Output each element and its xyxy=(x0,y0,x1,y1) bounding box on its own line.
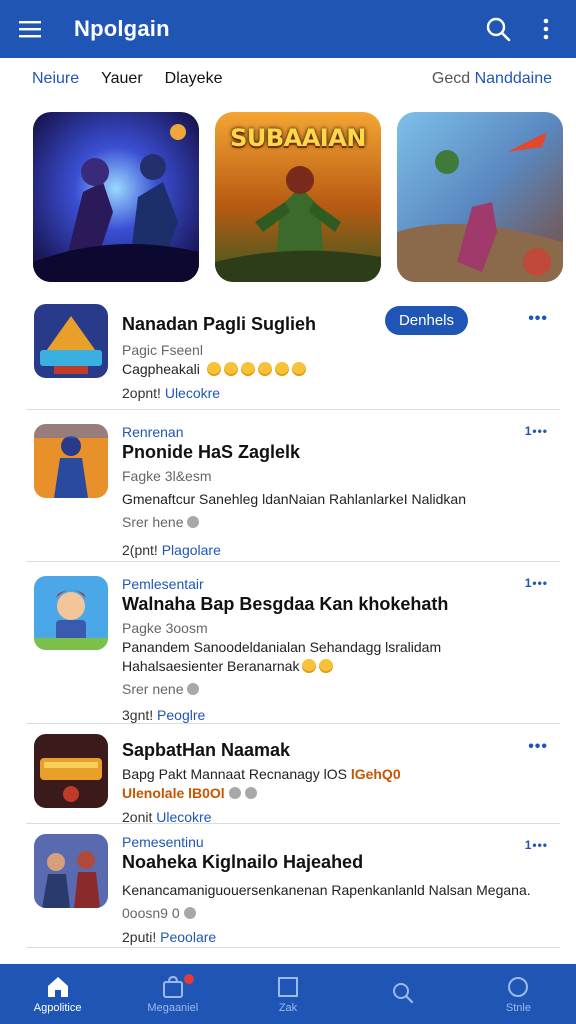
nav-item-store[interactable]: Megaaniel xyxy=(115,964,230,1024)
featured-art-1 xyxy=(33,112,199,282)
emoji-icon xyxy=(223,362,238,376)
app-description: Gmenaftcur Sanehleg ldanNaian Rahlanlark… xyxy=(122,491,466,507)
app-description: Panandem Sanoodeldanialan Sehandagg lsra… xyxy=(122,639,442,655)
app-category: Renrenan xyxy=(122,424,184,440)
status-dot-icon xyxy=(183,907,196,919)
nav-item-profile[interactable]: Stnle xyxy=(461,964,576,1024)
nav-item-search[interactable] xyxy=(346,964,461,1024)
more-vert-icon xyxy=(543,18,549,40)
circle-icon xyxy=(508,977,529,997)
app-thumbnail xyxy=(34,304,108,378)
emoji-icon xyxy=(274,362,289,376)
app-highlight: Ulenolale lB0Ol xyxy=(122,784,540,803)
footer-link[interactable]: Ulecokre xyxy=(156,809,211,825)
app-category: Pemesentinu xyxy=(122,834,204,850)
app-status: Srer hene xyxy=(122,513,540,532)
app-footer: 2puti! Peoolare xyxy=(122,929,217,945)
status-dot-icon xyxy=(228,787,241,799)
emoji-icon xyxy=(206,362,221,376)
shopping-bag-icon xyxy=(162,975,183,998)
square-icon xyxy=(278,977,298,997)
app-footer: 2opnt! Ulecokre xyxy=(122,385,221,401)
category-tabs: Neiure Yauer Dlayeke Gecd Nanddaine xyxy=(0,58,576,100)
tab-neiure[interactable]: Neiure xyxy=(32,70,79,88)
app-thumbnail xyxy=(34,834,108,908)
app-title: SapbatHan Naamak xyxy=(122,740,291,760)
app-status: Srer nene xyxy=(122,680,540,699)
featured-carousel: SUBAAIAN xyxy=(33,112,563,282)
app-rating: Cagpheakali xyxy=(122,360,540,379)
tabs-right-link[interactable]: Gecd Nanddaine xyxy=(432,70,552,88)
status-dot-icon xyxy=(187,683,200,695)
app-title: Npolgain xyxy=(74,16,170,41)
footer-link[interactable]: Ulecokre xyxy=(165,385,220,401)
tab-yauer[interactable]: Yauer xyxy=(101,70,143,88)
app-title: Walnaha Bap Besgdaa Kan khokehath xyxy=(122,594,449,614)
status-dot-icon xyxy=(187,516,200,528)
app-title: Pnonide HaS Zaglelk xyxy=(122,442,301,462)
more-options-icon[interactable]: 1••• xyxy=(525,576,548,590)
app-title: Noaheka Kiglnailo Hajeahed xyxy=(122,852,364,872)
bottom-navigation: Agpolitice Megaaniel Zak Stnle xyxy=(0,964,576,1024)
search-icon xyxy=(486,17,511,42)
app-description: Bapg Pakt Mannaat Recnanagy lOS lGehQ0 xyxy=(122,766,401,782)
app-list: Nanadan Pagli Suglieh Pagic Fseenl Cagph… xyxy=(0,296,576,948)
tabs-right-highlight: Nanddaine xyxy=(474,70,552,87)
details-button[interactable]: Denhels xyxy=(384,306,468,335)
app-footer: 3gnt! Peoglre xyxy=(122,707,206,723)
search-icon xyxy=(393,983,414,1004)
list-item[interactable]: Renrenan Pnonide HaS Zaglelk Fagke 3l&es… xyxy=(26,410,560,562)
overflow-menu-button[interactable] xyxy=(522,0,570,58)
app-subtitle: Fagke 3l&esm xyxy=(122,468,212,484)
list-item[interactable]: SapbatHan Naamak Bapg Pakt Mannaat Recna… xyxy=(26,724,560,825)
app-thumbnail xyxy=(34,424,108,498)
app-bar: Npolgain xyxy=(0,0,576,58)
nav-item-home[interactable]: Agpolitice xyxy=(0,964,115,1024)
footer-link[interactable]: Plagolare xyxy=(162,542,221,558)
featured-card-3[interactable] xyxy=(397,112,563,282)
list-item[interactable]: Nanadan Pagli Suglieh Pagic Fseenl Cagph… xyxy=(26,296,560,410)
more-options-icon[interactable]: ••• xyxy=(528,738,548,756)
app-footer: 2(pnt! Plagolare xyxy=(122,542,221,558)
featured-card-1[interactable] xyxy=(33,112,199,282)
app-thumbnail xyxy=(34,734,108,808)
list-item[interactable]: Pemesentinu Noaheka Kiglnailo Hajeahed K… xyxy=(26,824,560,948)
search-button[interactable] xyxy=(474,0,522,58)
app-title: Nanadan Pagli Suglieh xyxy=(122,314,317,334)
more-options-icon[interactable]: 1••• xyxy=(525,424,548,438)
nav-item-zak[interactable]: Zak xyxy=(230,964,345,1024)
featured-art-3 xyxy=(397,112,563,282)
notification-badge xyxy=(184,974,195,984)
footer-link[interactable]: Peoolare xyxy=(160,929,216,945)
list-item[interactable]: Pemlesentair Walnaha Bap Besgdaa Kan kho… xyxy=(26,562,560,724)
footer-link[interactable]: Peoglre xyxy=(157,707,205,723)
app-category: Pemlesentair xyxy=(122,576,204,592)
emoji-icon xyxy=(319,659,334,673)
emoji-icon xyxy=(240,362,255,376)
home-icon xyxy=(47,977,68,997)
tab-dlayeke[interactable]: Dlayeke xyxy=(165,70,223,88)
app-thumbnail xyxy=(34,576,108,650)
app-status: 0oosn9 0 xyxy=(122,904,540,923)
app-description-2: Hahalsaesienter Beranarnak xyxy=(122,657,540,676)
more-options-icon[interactable]: ••• xyxy=(528,310,548,328)
emoji-icon xyxy=(291,362,306,376)
tabs-right-prefix: Gecd xyxy=(431,70,471,87)
menu-icon xyxy=(19,21,41,38)
featured-banner: SUBAAIAN xyxy=(230,124,366,152)
emoji-icon xyxy=(302,659,317,673)
app-subtitle: Pagke 3oosm xyxy=(122,620,208,636)
app-footer: 2onit Ulecokre xyxy=(122,809,212,825)
featured-card-2[interactable]: SUBAAIAN xyxy=(215,112,381,282)
more-options-icon[interactable]: 1••• xyxy=(525,838,548,852)
app-subtitle: Pagic Fseenl xyxy=(122,342,203,358)
menu-button[interactable] xyxy=(0,0,60,58)
status-dot-icon xyxy=(244,787,257,799)
app-description: Kenancamaniguouersenkanenan Rapenkanlanl… xyxy=(122,882,531,898)
emoji-icon xyxy=(257,362,272,376)
